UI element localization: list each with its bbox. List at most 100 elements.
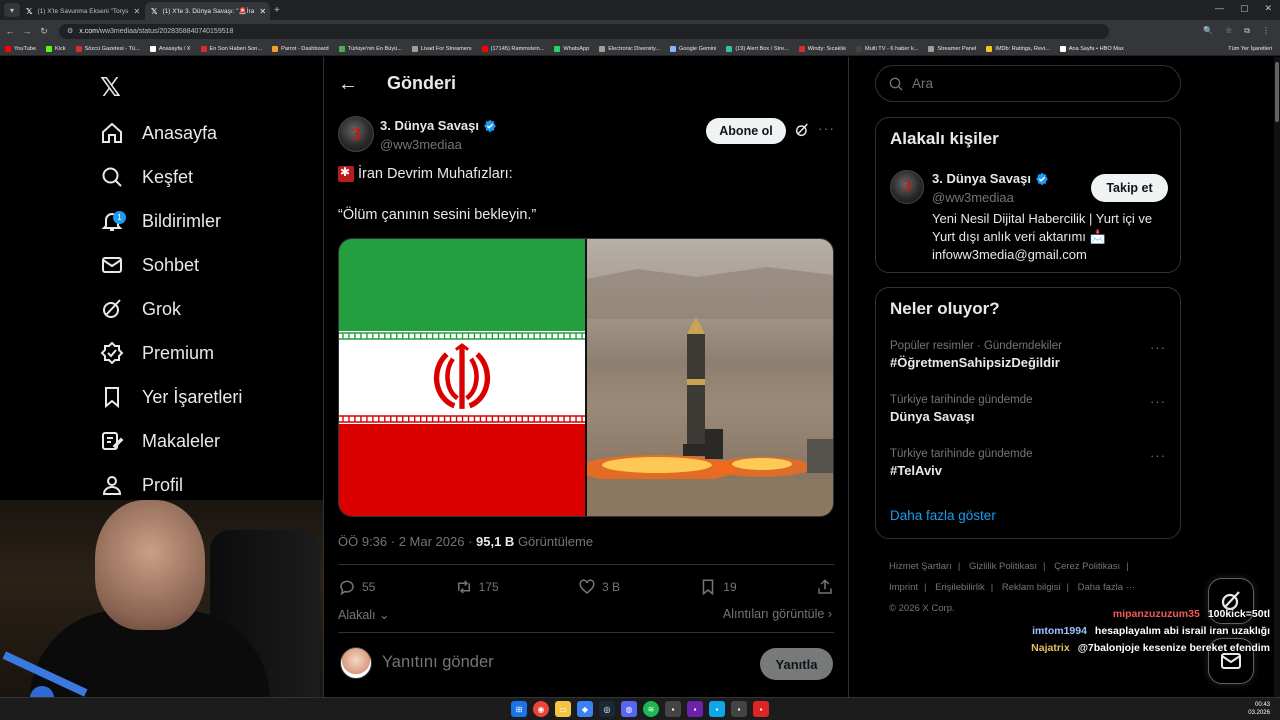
close-tab-icon[interactable]: ✕ [133, 7, 140, 16]
url-field[interactable]: ⚙ x.com/ww3mediaa/status/202835884074015… [59, 23, 1109, 39]
bookmark-item[interactable]: (19) Alert Box / Stre... [721, 45, 793, 52]
nav-item-grok[interactable]: Grok [100, 294, 181, 324]
browser-tab-active[interactable]: 𝕏 (1) X'te 3. Dünya Savaşı: "🚨İra ✕ [145, 2, 270, 20]
close-window-icon[interactable]: ✕ [1264, 3, 1272, 14]
author-name[interactable]: 3. Dünya Savaşı [380, 118, 497, 133]
more-options-icon[interactable]: ··· [818, 120, 835, 136]
author-avatar[interactable]: 3 [338, 116, 374, 152]
bookmark-item[interactable]: YouTube [0, 45, 41, 52]
bookmark-star-icon[interactable]: ☆ [1225, 26, 1232, 36]
nav-item-explore[interactable]: Keşfet [100, 162, 193, 192]
repost-button[interactable]: 175 [455, 578, 499, 596]
related-name[interactable]: 3. Dünya Savaşı [932, 171, 1049, 186]
footer-link[interactable]: Daha fazla ··· [1078, 582, 1136, 593]
site-info-icon[interactable]: ⚙ [67, 27, 73, 35]
bookmark-item[interactable]: Türkiye'nin En Büyü... [334, 45, 407, 52]
bookmark-item[interactable]: Ana Sayfa • HBO Max [1055, 45, 1129, 52]
trend-more-icon[interactable]: ··· [1150, 394, 1166, 409]
trend-item[interactable]: Popüler resimler · Gündemdekiler #Öğretm… [890, 340, 1170, 370]
post-timestamp[interactable]: ÖÖ 9:36 · 2 Mar 2026 · [338, 534, 476, 549]
related-avatar[interactable]: 3 [890, 170, 924, 204]
forward-icon[interactable]: → [20, 26, 34, 36]
trend-more-icon[interactable]: ··· [1150, 448, 1166, 463]
app-icon[interactable]: ▪ [731, 701, 747, 717]
related-dropdown[interactable]: Alakalı ⌄ [338, 607, 389, 622]
scrollbar-thumb[interactable] [1275, 62, 1279, 122]
trend-more-icon[interactable]: ··· [1150, 340, 1166, 355]
footer-link[interactable]: Çerez Politikası [1054, 561, 1120, 572]
bookmark-item[interactable]: Parrot - Dashboard [267, 45, 334, 52]
back-icon[interactable]: ← [3, 26, 17, 36]
chrome-icon[interactable]: ◉ [533, 701, 549, 717]
reply-input[interactable]: Yanıtını gönder [382, 653, 494, 672]
bookmark-item[interactable]: Electronic Diversity... [594, 45, 665, 52]
nav-item-chat[interactable]: Sohbet [100, 250, 199, 280]
tweet-media[interactable] [338, 238, 834, 517]
minimize-icon[interactable]: — [1215, 3, 1224, 14]
iran-flag-image[interactable] [339, 239, 585, 516]
bookmark-item[interactable]: Streamer Panel [923, 45, 981, 52]
search-input[interactable]: Ara [875, 65, 1181, 102]
trend-item[interactable]: Türkiye tarihinde gündemde #TelAviv [890, 448, 1170, 478]
app-icon[interactable]: ▪ [687, 701, 703, 717]
nav-item-home[interactable]: Anasayfa [100, 118, 217, 148]
footer-link[interactable]: Reklam bilgisi [1002, 582, 1061, 593]
reload-icon[interactable]: ↻ [37, 26, 51, 37]
back-arrow-icon[interactable]: ← [338, 73, 358, 96]
app-icon[interactable]: ▪ [753, 701, 769, 717]
footer-link[interactable]: Erişilebilirlik [935, 582, 985, 593]
related-handle[interactable]: @ww3mediaa [932, 190, 1014, 205]
bookmark-item[interactable]: IMDb: Ratings, Revi... [981, 45, 1054, 52]
bookmark-item[interactable]: Kick [41, 45, 71, 52]
new-tab-button[interactable]: + [274, 5, 280, 16]
bookmark-item[interactable]: Sözcü Gazetesi - Tü... [71, 45, 145, 52]
app-icon[interactable]: ▪ [665, 701, 681, 717]
grok-icon[interactable] [794, 122, 810, 138]
reply-button[interactable]: 55 [338, 578, 375, 596]
subscribe-button[interactable]: Abone ol [706, 118, 786, 144]
nav-item-notifications[interactable]: 1 Bildirimler [100, 206, 221, 236]
steam-icon[interactable]: ◎ [599, 701, 615, 717]
bookmark-button[interactable]: 19 [699, 578, 737, 596]
bookmark-item[interactable]: Windy: Sıcaklık [794, 45, 851, 52]
maximize-icon[interactable]: ▢ [1240, 3, 1249, 14]
missile-launch-image[interactable] [586, 239, 833, 516]
show-more-link[interactable]: Daha fazla göster [890, 508, 996, 523]
browser-tab[interactable]: 𝕏 (1) X'te Savunma Ekseni "Torys ✕ [20, 2, 145, 20]
tab-search-button[interactable]: ▾ [4, 3, 20, 17]
bookmark-item[interactable]: Multi TV - 6 haber k... [851, 45, 923, 52]
all-bookmarks-link[interactable]: Tüm Yer İşaretleri [1228, 46, 1280, 52]
author-handle[interactable]: @ww3mediaa [380, 137, 462, 152]
follow-button[interactable]: Takip et [1091, 174, 1168, 202]
spotify-icon[interactable]: ≋ [643, 701, 659, 717]
bookmark-item[interactable]: (17145) Rammstein... [477, 45, 550, 52]
user-avatar[interactable] [340, 647, 372, 679]
start-menu-icon[interactable]: ⊞ [511, 701, 527, 717]
bookmark-item[interactable]: Google Gemini [665, 45, 721, 52]
extensions-icon[interactable]: ⧉ [1244, 26, 1250, 36]
close-tab-icon[interactable]: ✕ [259, 7, 266, 16]
menu-icon[interactable]: ⋮ [1262, 26, 1270, 36]
nav-item-profile[interactable]: Profil [100, 470, 183, 500]
bookmark-item[interactable]: En Son Haberi Son... [196, 45, 268, 52]
system-clock[interactable]: 00:43 03.2026 [1248, 701, 1270, 717]
zoom-icon[interactable]: 🔍 [1203, 26, 1213, 36]
nav-item-articles[interactable]: Makaleler [100, 426, 220, 456]
share-button[interactable] [816, 578, 834, 596]
footer-link[interactable]: Gizlilik Politikası [969, 561, 1037, 572]
trend-item[interactable]: Türkiye tarihinde gündemde Dünya Savaşı [890, 394, 1170, 424]
x-logo-icon[interactable]: 𝕏 [100, 73, 121, 103]
nav-item-bookmarks[interactable]: Yer İşaretleri [100, 382, 242, 412]
view-quotes-link[interactable]: Alıntıları görüntüle › [723, 607, 832, 621]
footer-link[interactable]: Imprint [889, 582, 918, 593]
discord-icon[interactable]: ◍ [621, 701, 637, 717]
footer-link[interactable]: Hizmet Şartları [889, 561, 952, 572]
app-icon[interactable]: ◆ [577, 701, 593, 717]
like-button[interactable]: 3 B [578, 578, 620, 596]
bookmark-item[interactable]: WhatsApp [549, 45, 594, 52]
nav-item-premium[interactable]: Premium [100, 338, 214, 368]
bookmark-item[interactable]: Anasayfa / X [145, 45, 196, 52]
file-explorer-icon[interactable]: ▭ [555, 701, 571, 717]
reply-submit-button[interactable]: Yanıtla [760, 648, 833, 680]
app-icon[interactable]: ▪ [709, 701, 725, 717]
